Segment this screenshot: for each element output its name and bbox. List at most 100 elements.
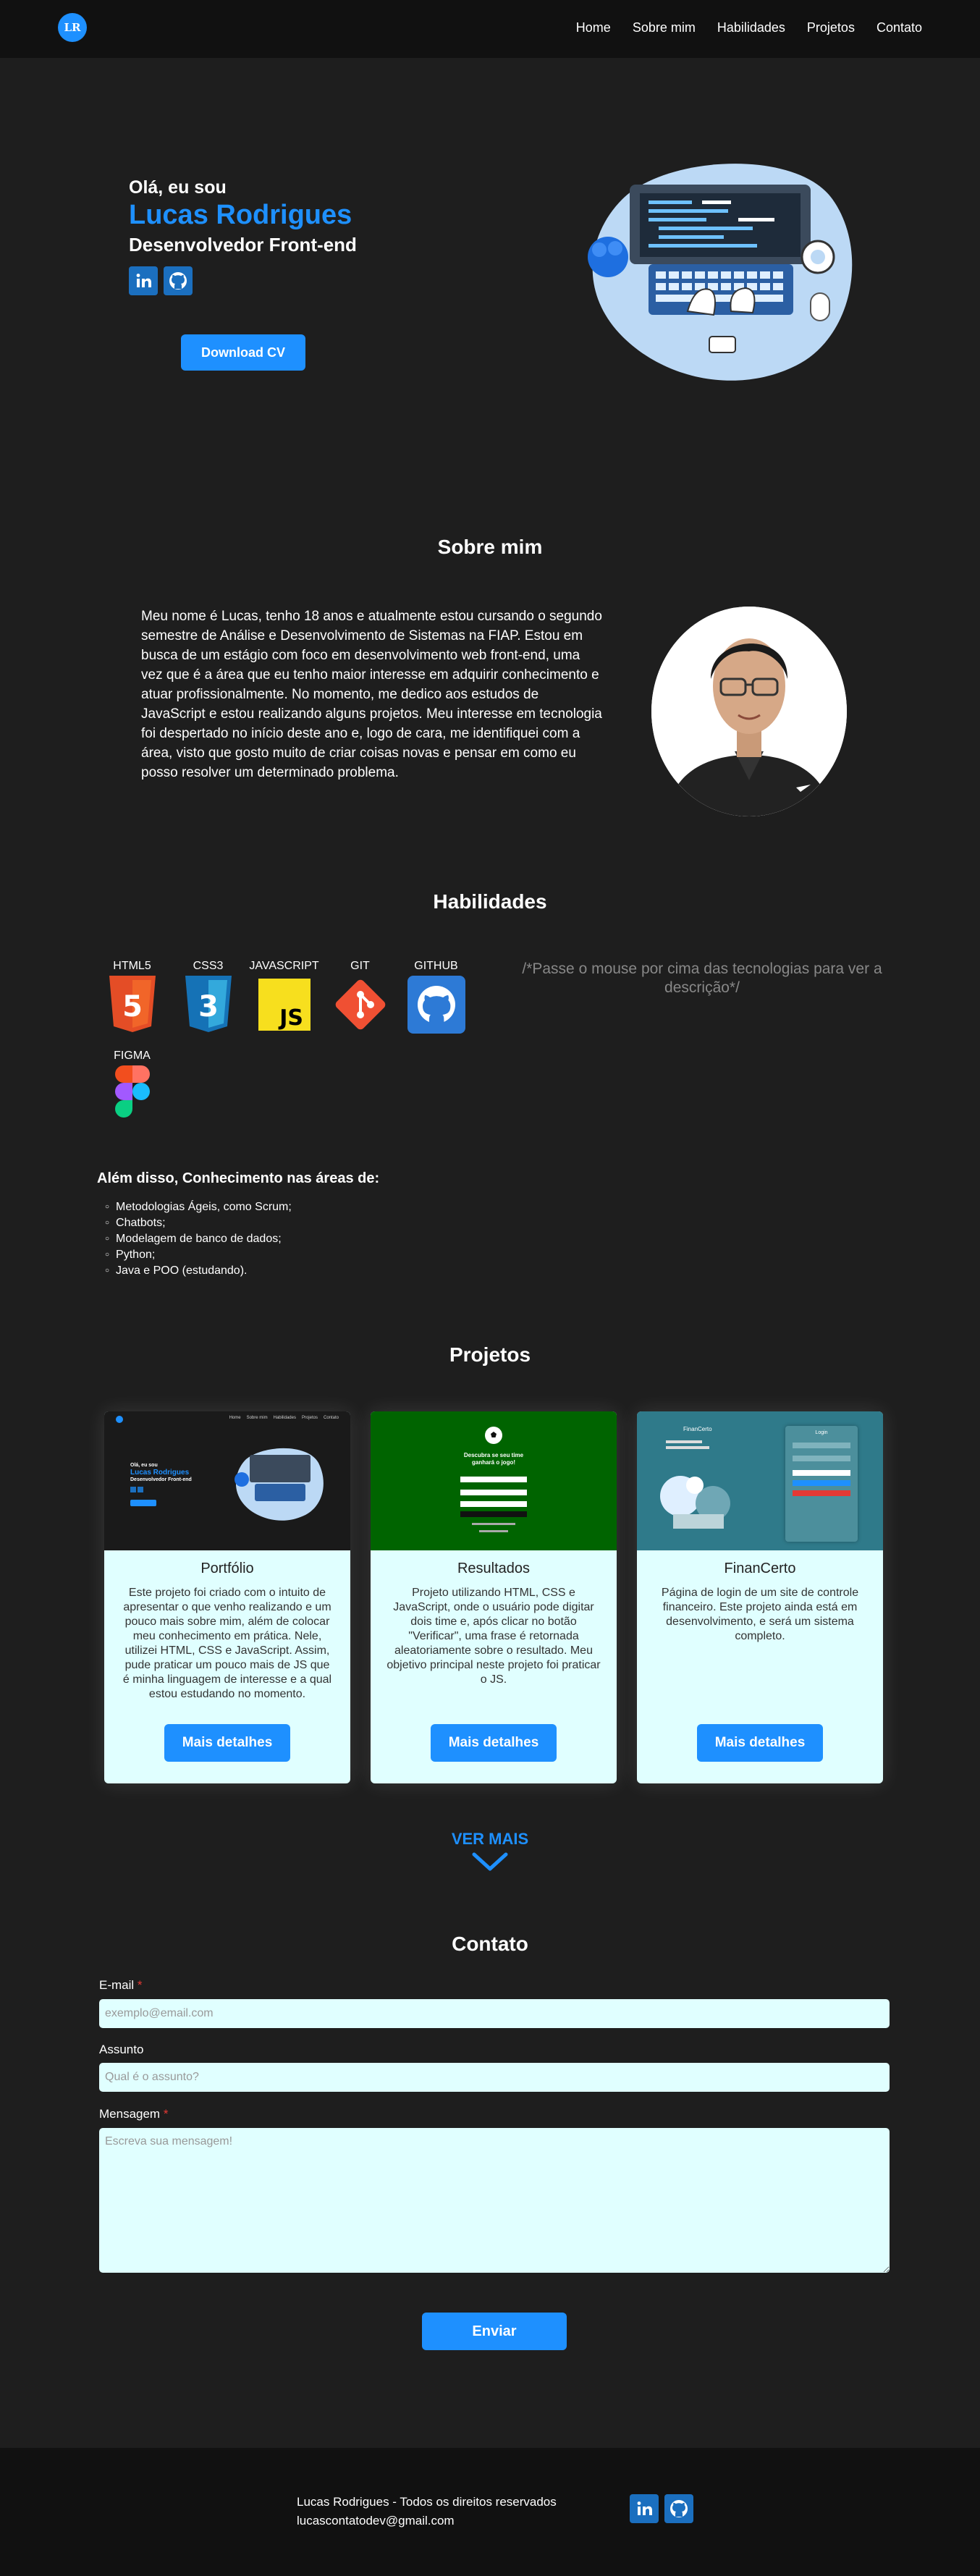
nav-links: Home Sobre mim Habilidades Projetos Cont… [576, 20, 922, 35]
thumb-nav: Home Sobre mim Habilidades Projetos Contato [229, 1416, 339, 1420]
github-icon[interactable] [664, 2494, 693, 2523]
email-label-text: E-mail [99, 1978, 135, 1992]
project-description: Página de login de um site de controle f… [661, 1587, 859, 1642]
skill-label: GITHUB [414, 960, 458, 972]
message-field[interactable] [99, 2128, 890, 2273]
list-item: Modelagem de banco de dados; [105, 1232, 292, 1248]
thumb-nav-link: Projetos [301, 1416, 318, 1420]
project-thumbnail: Home Sobre mim Habilidades Projetos Contato … [104, 1411, 350, 1550]
about-text: Meu nome é Lucas, tenho 18 anos e atualm… [141, 609, 602, 780]
subject-label: Assunto [99, 2043, 144, 2056]
contact-title: Contato [452, 1933, 528, 1955]
footer-social-links [630, 2494, 693, 2523]
download-cv-button[interactable]: Download CV [181, 334, 305, 371]
skill-label: JAVASCRIPT [249, 960, 319, 972]
skills-grid: HTML5 5 CSS3 3 JAVASCRIPT JS GIT GITHUB … [101, 960, 478, 1118]
github-icon[interactable] [164, 266, 193, 295]
thumb-nav-link: Home [229, 1416, 241, 1420]
github-icon [407, 976, 465, 1034]
knowledge-list: Metodologias Ágeis, como Scrum; Chatbots… [105, 1200, 292, 1280]
nav-link-home[interactable]: Home [576, 20, 611, 35]
chevron-down-icon[interactable] [472, 1851, 508, 1873]
logo[interactable]: LR [58, 13, 87, 42]
hero-text: Olá, eu sou Lucas Rodrigues Desenvolvedo… [129, 177, 357, 295]
project-title: Resultados [457, 1561, 531, 1576]
footer-email[interactable]: lucascontatodev@gmail.com [297, 2512, 557, 2530]
hero-role: Desenvolvedor Front-end [129, 234, 357, 256]
thumb-brand: FinanCerto [683, 1426, 712, 1432]
project-thumbnail: Descubra se seu time ganhará o jogo! [371, 1411, 617, 1550]
svg-text:5: 5 [122, 990, 143, 1023]
footer: Lucas Rodrigues - Todos os direitos rese… [0, 2448, 980, 2576]
knowledge-title: Além disso, Conhecimento nas áreas de: [97, 1170, 380, 1186]
skills-title: Habilidades [433, 890, 547, 913]
thumb-hero-text: Olá, eu sou Lucas Rodrigues Desenvolvedo… [130, 1462, 192, 1506]
project-description: Este projeto foi criado com o intuito de… [122, 1587, 332, 1700]
project-card-financerto: FinanCerto Login FinanCerto Página de lo… [637, 1411, 883, 1783]
nav-link-contato[interactable]: Contato [876, 20, 922, 35]
css3-icon: 3 [185, 976, 232, 1032]
footer-rights: Lucas Rodrigues - Todos os direitos rese… [297, 2495, 557, 2509]
see-more-link[interactable]: VER MAIS [0, 1830, 980, 1849]
list-item: Java e POO (estudando). [105, 1264, 292, 1280]
profile-photo [651, 607, 847, 816]
thumb-heading: Descubra se seu time ganhará o jogo! [463, 1452, 524, 1466]
email-field[interactable] [99, 1999, 890, 2028]
required-mark: * [163, 2107, 169, 2121]
soccer-ball-icon [485, 1427, 502, 1444]
message-label: Mensagem * [99, 2107, 168, 2121]
project-thumbnail: FinanCerto Login [637, 1411, 883, 1550]
project-card-portfolio: Home Sobre mim Habilidades Projetos Contato … [104, 1411, 350, 1783]
nav-link-habilidades[interactable]: Habilidades [717, 20, 785, 35]
nav-link-sobre-mim[interactable]: Sobre mim [633, 20, 696, 35]
about-title: Sobre mim [437, 536, 543, 558]
project-title: Portfólio [200, 1561, 254, 1576]
skill-git[interactable]: GIT [329, 960, 391, 1034]
developer-laptop-illustration [588, 164, 853, 381]
top-navbar: LR Home Sobre mim Habilidades Projetos C… [0, 0, 980, 58]
projects-title: Projetos [449, 1343, 531, 1366]
skill-css3[interactable]: CSS3 3 [177, 960, 239, 1034]
skills-hint: /*Passe o mouse por cima das tecnologias… [522, 960, 882, 996]
send-button[interactable]: Enviar [422, 2313, 567, 2350]
thumb-name: Lucas Rodrigues [130, 1469, 190, 1477]
message-label-text: Mensagem [99, 2107, 161, 2121]
thumb-logo [116, 1416, 123, 1423]
more-details-button[interactable]: Mais detalhes [697, 1724, 823, 1762]
linkedin-icon[interactable] [129, 266, 158, 295]
hero-name: Lucas Rodrigues [129, 200, 352, 230]
email-label: E-mail * [99, 1978, 143, 1993]
skill-github[interactable]: GITHUB [405, 960, 467, 1034]
more-details-button[interactable]: Mais detalhes [164, 1724, 290, 1762]
linkedin-icon[interactable] [630, 2494, 659, 2523]
hero-greeting: Olá, eu sou [129, 177, 227, 198]
thumb-nav-link: Sobre mim [246, 1416, 268, 1420]
thumb-nav-link: Habilidades [273, 1416, 296, 1420]
project-description: Projeto utilizando HTML, CSS e JavaScrip… [386, 1587, 601, 1686]
thumb-role: Desenvolvedor Front-end [130, 1477, 192, 1482]
thumb-login-panel: Login [785, 1426, 858, 1542]
list-item: Python; [105, 1248, 292, 1264]
skill-figma[interactable]: FIGMA [101, 1050, 163, 1118]
skill-label: GIT [350, 960, 370, 972]
skill-label: FIGMA [114, 1050, 151, 1062]
html5-icon: 5 [109, 976, 156, 1032]
thumb-nav-link: Contato [323, 1416, 339, 1420]
skill-html5[interactable]: HTML5 5 [101, 960, 163, 1034]
project-title: FinanCerto [724, 1561, 796, 1576]
project-card-resultados: Descubra se seu time ganhará o jogo! Res… [371, 1411, 617, 1783]
hero-social-links [129, 266, 357, 295]
thumb-illustration [235, 1448, 324, 1521]
thumb-illustration [660, 1476, 730, 1529]
skill-javascript[interactable]: JAVASCRIPT JS [249, 960, 319, 1034]
skill-label: CSS3 [193, 960, 224, 972]
figma-icon [114, 1065, 150, 1118]
subject-field[interactable] [99, 2063, 890, 2092]
skill-label: HTML5 [113, 960, 151, 972]
list-item: Chatbots; [105, 1216, 292, 1232]
thumb-login-title: Login [815, 1430, 828, 1435]
more-details-button[interactable]: Mais detalhes [431, 1724, 557, 1762]
nav-link-projetos[interactable]: Projetos [807, 20, 855, 35]
svg-text:3: 3 [198, 990, 219, 1023]
javascript-icon: JS [258, 979, 311, 1031]
